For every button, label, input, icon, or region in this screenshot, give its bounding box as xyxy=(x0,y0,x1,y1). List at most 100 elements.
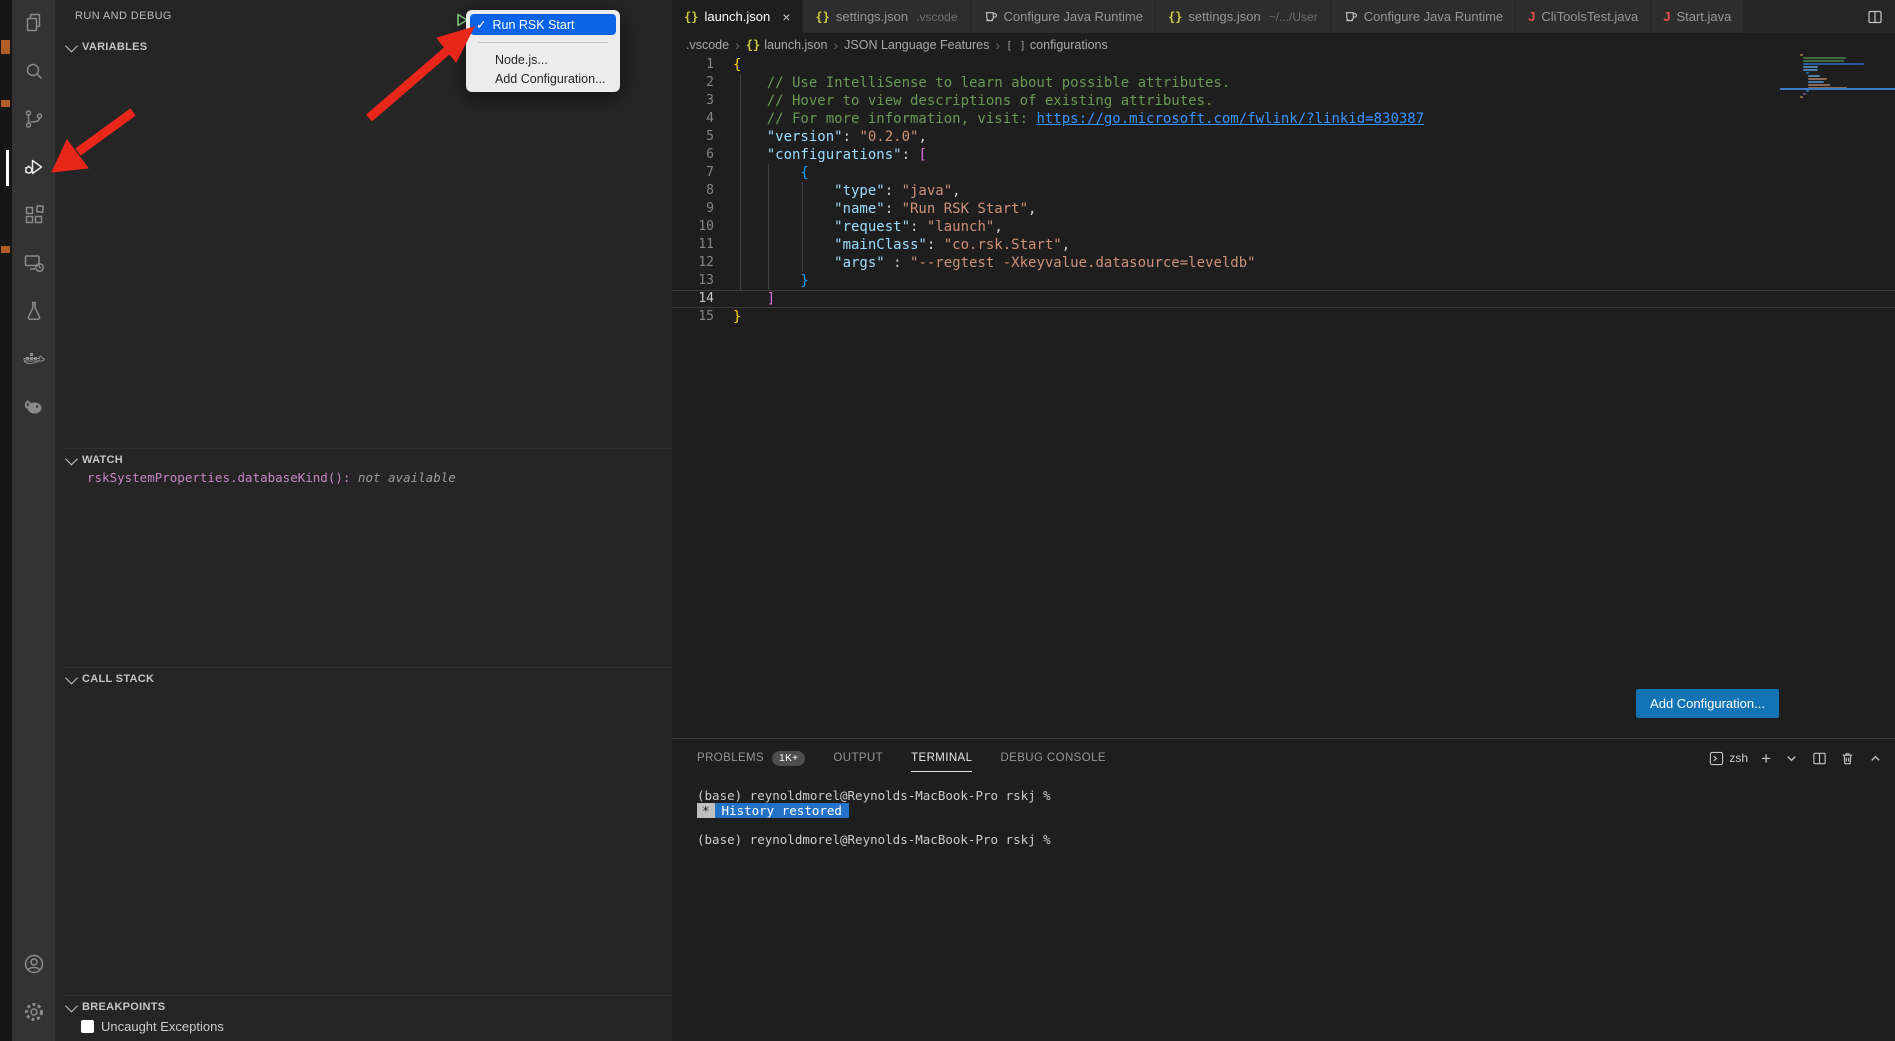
kill-terminal-icon[interactable] xyxy=(1840,751,1855,766)
code-line-4[interactable]: 4 // For more information, visit: https:… xyxy=(672,110,1895,128)
menu-item-node-js-[interactable]: Node.js... xyxy=(470,50,616,69)
activity-item-testing[interactable] xyxy=(12,288,55,336)
menu-item-run-rsk-start[interactable]: ✓ Run RSK Start xyxy=(470,14,616,35)
panel-tab-problems[interactable]: PROBLEMS1K+ xyxy=(697,739,805,777)
breakpoints-label: BREAKPOINTS xyxy=(82,1001,165,1013)
activity-item-run-and-debug[interactable] xyxy=(12,144,55,192)
line-number[interactable]: 5 xyxy=(672,128,714,146)
menu-item-add-configuration-[interactable]: Add Configuration... xyxy=(470,69,616,88)
split-editor-icon[interactable] xyxy=(1855,0,1895,33)
shell-label: zsh xyxy=(1729,751,1748,765)
line-number[interactable]: 7 xyxy=(672,164,714,182)
new-terminal-icon[interactable]: + xyxy=(1761,751,1771,766)
code-line-15[interactable]: 15} xyxy=(672,308,1895,326)
code-line-14[interactable]: 14 ] xyxy=(672,290,1895,308)
watch-expression-row[interactable]: rskSystemProperties.databaseKind(): not … xyxy=(87,470,456,485)
breadcrumb-item-launch-json[interactable]: {}launch.json xyxy=(746,38,828,52)
minimap-line xyxy=(1803,69,1818,71)
tab-label: Configure Java Runtime xyxy=(1004,9,1143,24)
code-token: "0.2.0" xyxy=(859,129,918,145)
activity-item-explorer[interactable] xyxy=(12,0,55,48)
breadcrumb-label: .vscode xyxy=(686,38,729,52)
code-line-8[interactable]: 8 "type": "java", xyxy=(672,182,1895,200)
activity-item-docker[interactable] xyxy=(12,336,55,384)
line-number[interactable]: 9 xyxy=(672,200,714,218)
code-line-1[interactable]: 1{ xyxy=(672,56,1895,74)
code-line-10[interactable]: 10 "request": "launch", xyxy=(672,218,1895,236)
shell-selector[interactable]: zsh xyxy=(1709,751,1748,766)
activity-item-remote-explorer[interactable] xyxy=(12,240,55,288)
code-line-13[interactable]: 13 } xyxy=(672,272,1895,290)
maximize-panel-icon[interactable] xyxy=(1868,751,1883,766)
code-line-2[interactable]: 2 // Use IntelliSense to learn about pos… xyxy=(672,74,1895,92)
minimap-line xyxy=(1808,78,1827,80)
code-line-9[interactable]: 9 "name": "Run RSK Start", xyxy=(672,200,1895,218)
line-number[interactable]: 15 xyxy=(672,308,714,326)
code-line-3[interactable]: 3 // Hover to view descriptions of exist… xyxy=(672,92,1895,110)
code-token: : xyxy=(927,237,944,253)
line-number[interactable]: 2 xyxy=(672,74,714,92)
breadcrumb-item-json-language-features[interactable]: JSON Language Features xyxy=(844,38,989,52)
minimap-line xyxy=(1806,90,1809,92)
activity-item-gradle[interactable] xyxy=(12,384,55,432)
panel-tab-output[interactable]: OUTPUT xyxy=(833,739,883,777)
activity-item-settings[interactable] xyxy=(12,989,55,1037)
source-control-icon xyxy=(22,107,46,134)
run-and-debug-sidebar: RUN AND DEBUG ··· VARIABLES WATCH rskSys… xyxy=(55,0,672,1041)
link-text[interactable]: https://go.microsoft.com/fwlink/?linkid=… xyxy=(1036,111,1424,127)
minimap[interactable] xyxy=(1800,54,1890,99)
breadcrumb-item--vscode[interactable]: .vscode xyxy=(686,38,729,52)
tab-configure-java-runtime[interactable]: Configure Java Runtime xyxy=(1331,0,1516,33)
search-icon xyxy=(22,59,46,86)
panel-tab-terminal[interactable]: TERMINAL xyxy=(911,739,972,777)
code-line-6[interactable]: 6 "configurations": [ xyxy=(672,146,1895,164)
line-number[interactable]: 1 xyxy=(672,56,714,74)
line-number[interactable]: 4 xyxy=(672,110,714,128)
editor-tab-bar: {}launch.json×{}settings.json.vscode Conf… xyxy=(672,0,1895,33)
code-line-11[interactable]: 11 "mainClass": "co.rsk.Start", xyxy=(672,236,1895,254)
vscode-window: RUN AND DEBUG ··· VARIABLES WATCH rskSys… xyxy=(0,0,1895,1041)
line-number[interactable]: 11 xyxy=(672,236,714,254)
code-line-12[interactable]: 12 "args" : "--regtest -Xkeyvalue.dataso… xyxy=(672,254,1895,272)
breakpoint-row[interactable]: Uncaught Exceptions xyxy=(81,1019,224,1034)
line-number[interactable]: 13 xyxy=(672,272,714,290)
activity-item-search[interactable] xyxy=(12,48,55,96)
launch-profile-chevron-icon[interactable] xyxy=(1784,751,1799,766)
breadcrumb-item-configurations[interactable]: [ ]configurations xyxy=(1006,38,1108,52)
line-number[interactable]: 14 xyxy=(672,291,714,307)
activity-item-account[interactable] xyxy=(12,941,55,989)
code-line-5[interactable]: 5 "version": "0.2.0", xyxy=(672,128,1895,146)
minimap-line xyxy=(1808,81,1824,83)
activity-item-source-control[interactable] xyxy=(12,96,55,144)
tab-launch-json[interactable]: {}launch.json× xyxy=(672,0,803,33)
code-line-7[interactable]: 7 { xyxy=(672,164,1895,182)
breakpoints-section-header[interactable]: BREAKPOINTS xyxy=(63,995,672,1018)
java-runtime-cup-icon xyxy=(983,8,998,26)
tab-start-java[interactable]: JStart.java xyxy=(1651,0,1744,33)
call-stack-section-header[interactable]: CALL STACK xyxy=(63,667,672,690)
tab-configure-java-runtime[interactable]: Configure Java Runtime xyxy=(971,0,1156,33)
add-configuration-button[interactable]: Add Configuration... xyxy=(1636,689,1779,718)
line-number[interactable]: 8 xyxy=(672,182,714,200)
tab-settings-json[interactable]: {}settings.json~/.../User xyxy=(1156,0,1331,33)
menu-items: Node.js...Add Configuration... xyxy=(470,50,616,88)
problems-count-badge: 1K+ xyxy=(772,751,805,766)
tab-settings-json[interactable]: {}settings.json.vscode xyxy=(803,0,970,33)
code-token: : xyxy=(885,183,902,199)
watch-section-header[interactable]: WATCH xyxy=(63,448,672,471)
code-token: , xyxy=(918,129,926,145)
split-terminal-icon[interactable] xyxy=(1812,751,1827,766)
code-editor[interactable]: 1{2 // Use IntelliSense to learn about p… xyxy=(672,56,1895,326)
line-number[interactable]: 3 xyxy=(672,92,714,110)
line-number[interactable]: 10 xyxy=(672,218,714,236)
uncaught-exceptions-checkbox[interactable] xyxy=(81,1020,94,1033)
tab-clitoolstest-java[interactable]: JCliToolsTest.java xyxy=(1516,0,1651,33)
line-number[interactable]: 6 xyxy=(672,146,714,164)
close-icon[interactable]: × xyxy=(782,9,790,25)
code-token: "request" xyxy=(733,219,910,235)
activity-item-extensions[interactable] xyxy=(12,192,55,240)
panel-tab-debug-console[interactable]: DEBUG CONSOLE xyxy=(1000,739,1106,777)
minimap-line xyxy=(1803,60,1844,62)
terminal-output[interactable]: (base) reynoldmorel@Reynolds-MacBook-Pro… xyxy=(697,789,1051,847)
line-number[interactable]: 12 xyxy=(672,254,714,272)
